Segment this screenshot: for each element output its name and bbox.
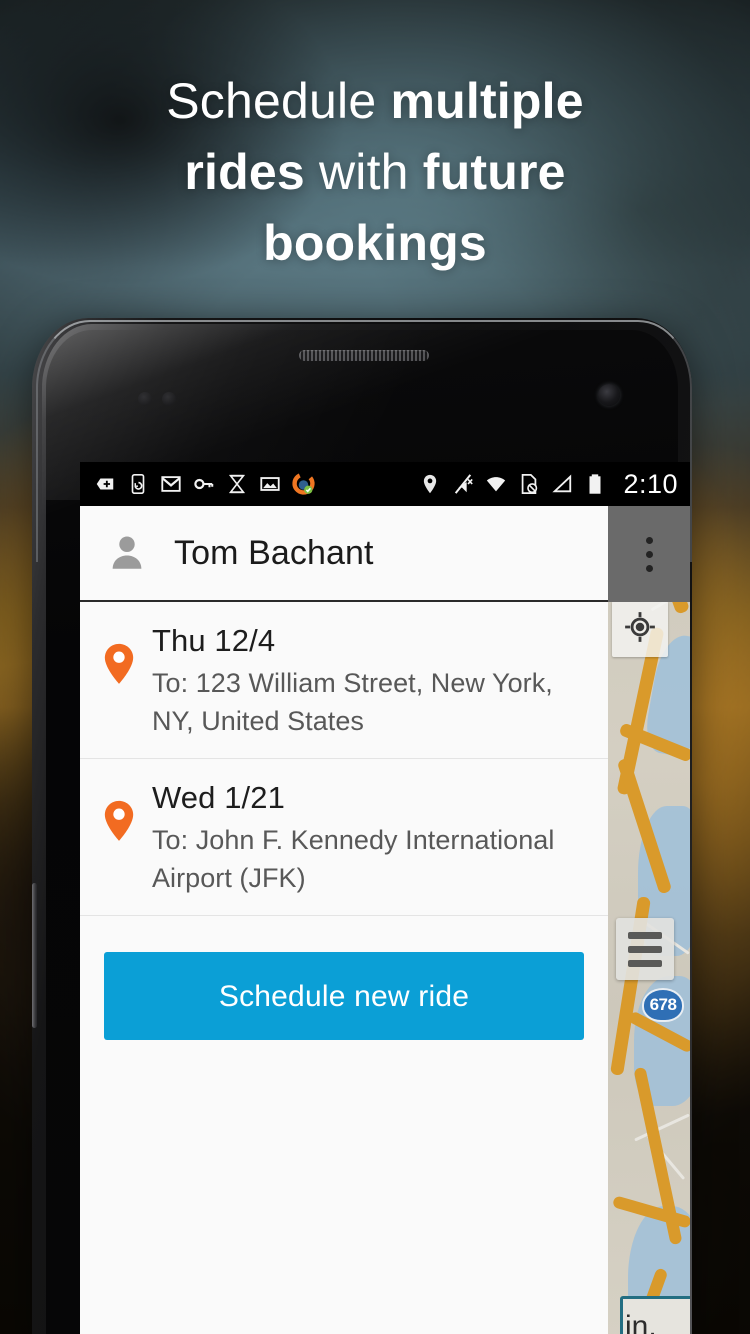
- list-icon: [628, 945, 662, 953]
- phone-device: 2:10 678 in. Tom Bachant Thu 12/4 To: 12…: [32, 318, 692, 1334]
- ride-destination: To: 123 William Street, New York, NY, Un…: [152, 668, 553, 736]
- proximity-sensor-icon: [138, 392, 186, 406]
- wifi-icon: [485, 473, 507, 495]
- phone-screen: 2:10 678 in. Tom Bachant Thu 12/4 To: 12…: [80, 462, 690, 1334]
- status-bar: 2:10: [80, 462, 690, 506]
- app-header: Tom Bachant: [80, 506, 608, 602]
- mute-icon: [452, 473, 474, 495]
- map-pin-icon: [102, 642, 136, 686]
- front-camera-icon: [598, 384, 620, 406]
- earpiece-speaker-icon: [299, 350, 429, 361]
- scheduled-rides-list: Thu 12/4 To: 123 William Street, New Yor…: [80, 602, 608, 916]
- headline-word-schedule: Schedule: [166, 73, 391, 129]
- phone-sync-icon: [127, 473, 149, 495]
- map-info-card[interactable]: in.: [620, 1296, 690, 1334]
- my-location-icon: [623, 610, 657, 649]
- ride-date: Wed 1/21: [152, 780, 285, 815]
- headline-word-multiple: multiple: [390, 73, 584, 129]
- ride-list-item[interactable]: Wed 1/21 To: John F. Kennedy Internation…: [80, 759, 608, 916]
- user-name-label: Tom Bachant: [174, 533, 374, 572]
- promo-screenshot: Schedule multiple rides with future book…: [0, 0, 750, 1334]
- ride-details: Wed 1/21 To: John F. Kennedy Internation…: [152, 777, 582, 897]
- status-bar-right-icons: 2:10: [419, 468, 678, 499]
- orange-app-icon: [292, 473, 315, 495]
- headline-line-2: rides with future: [0, 137, 750, 208]
- headline-word-future: future: [422, 144, 566, 200]
- panel-empty-area: [80, 1040, 608, 1334]
- my-location-button[interactable]: [612, 601, 668, 657]
- list-icon: [628, 931, 662, 939]
- battery-icon: [584, 473, 606, 495]
- map-list-button[interactable]: [616, 918, 674, 980]
- ride-details: Thu 12/4 To: 123 William Street, New Yor…: [152, 620, 582, 740]
- map-view[interactable]: 678 in.: [608, 506, 690, 1334]
- map-pin-icon: [102, 799, 136, 843]
- sd-card-disabled-icon: [518, 473, 540, 495]
- overflow-menu-button[interactable]: [608, 506, 690, 602]
- volume-button[interactable]: [32, 883, 37, 1028]
- headline-line-1: Schedule multiple: [0, 66, 750, 137]
- status-bar-left-icons: [94, 473, 315, 495]
- gmail-icon: [160, 473, 182, 495]
- person-icon: [106, 532, 148, 574]
- list-icon: [628, 959, 662, 967]
- location-pin-icon: [419, 473, 441, 495]
- signal-icon: [551, 473, 573, 495]
- headline-word-bookings: bookings: [263, 215, 487, 271]
- headline-line-3: bookings: [0, 208, 750, 279]
- ride-destination: To: John F. Kennedy International Airpor…: [152, 825, 555, 893]
- key-icon: [193, 473, 215, 495]
- headline-word-with: with: [318, 144, 423, 200]
- photo-icon: [259, 473, 281, 495]
- cta-container: Schedule new ride: [80, 916, 608, 1040]
- plus-badge-icon: [94, 473, 116, 495]
- status-bar-clock: 2:10: [623, 468, 678, 499]
- hourglass-icon: [226, 473, 248, 495]
- headline-word-rides: rides: [184, 144, 319, 200]
- ride-list-item[interactable]: Thu 12/4 To: 123 William Street, New Yor…: [80, 602, 608, 759]
- schedule-panel: Tom Bachant Thu 12/4 To: 123 William Str…: [80, 506, 608, 1334]
- highway-shield-label: 678: [642, 988, 684, 1022]
- overflow-menu-icon: [645, 536, 653, 572]
- app-content: 678 in. Tom Bachant Thu 12/4 To: 123 Wil…: [80, 506, 690, 1334]
- schedule-new-ride-button[interactable]: Schedule new ride: [104, 952, 584, 1040]
- ride-date: Thu 12/4: [152, 623, 276, 658]
- promo-headline: Schedule multiple rides with future book…: [0, 66, 750, 279]
